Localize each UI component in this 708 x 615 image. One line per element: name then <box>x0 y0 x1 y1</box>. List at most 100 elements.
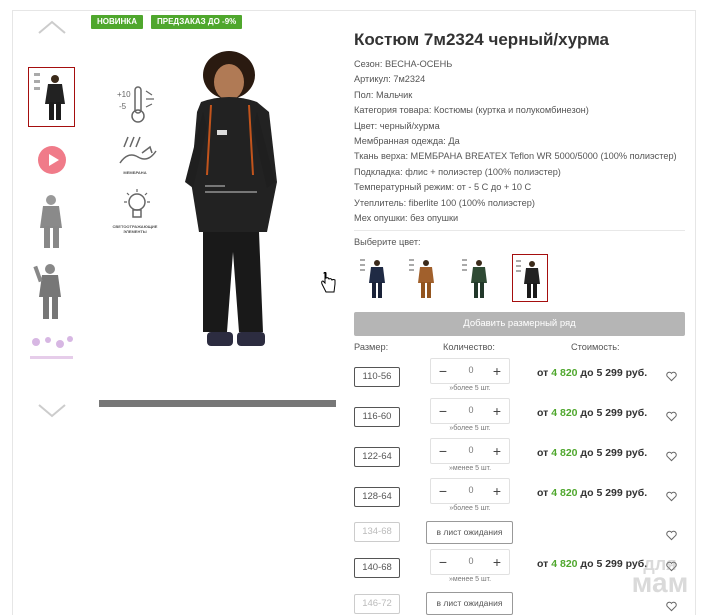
prop-season: Сезон: ВЕСНА-ОСЕНЬ <box>354 59 453 69</box>
prop-color: Цвет: черный/хурма <box>354 120 440 131</box>
prop-gender: Пол: Мальчик <box>354 89 413 100</box>
quantity-stepper[interactable]: − 0 + <box>430 549 510 575</box>
prop-category: Категория товара: Костюмы (куртка и полу… <box>354 105 589 116</box>
prop-temperature: Температурный режим: от - 5 С до + 10 С <box>354 182 532 193</box>
price-prefix: от <box>537 367 549 379</box>
prop-insulation: Утеплитель: fiberlite 100 (100% полиэсте… <box>354 197 535 208</box>
minus-button[interactable]: − <box>434 482 452 500</box>
choose-color-label: Выберите цвет: <box>354 237 421 247</box>
price-range: от 4 820 до 5 299 руб. <box>537 367 647 379</box>
minus-button[interactable]: − <box>434 402 452 420</box>
product-properties: Сезон: ВЕСНА-ОСЕНЬ Артикул: 7м2324 Пол: … <box>354 57 684 226</box>
price-column-header: Стоимость: <box>571 342 620 352</box>
prop-article: Артикул: 7м2324 <box>354 74 426 85</box>
size-146-72: 146-72 <box>354 594 400 614</box>
price-mid: до <box>580 558 594 570</box>
gallery-up-arrow-icon[interactable] <box>38 20 66 36</box>
prop-fabric: Ткань верха: МЕМБРАНА BREATEX Teflon WR … <box>354 151 677 162</box>
add-size-row-button[interactable]: Добавить размерный ряд <box>354 312 685 336</box>
quantity-stepper[interactable]: − 0 + <box>430 398 510 424</box>
price-range: от 4 820 до 5 299 руб. <box>537 487 647 499</box>
price-high: 5 299 руб. <box>596 447 648 459</box>
quantity-value[interactable]: 0 <box>459 445 483 455</box>
price-high: 5 299 руб. <box>596 407 648 419</box>
main-product-image[interactable] <box>99 40 336 370</box>
favorite-heart-icon[interactable] <box>666 599 677 612</box>
size-140-68: 140-68 <box>354 558 400 578</box>
price-low: 4 820 <box>551 447 578 459</box>
stock-label: »более 5 шт. <box>449 505 491 512</box>
plus-button[interactable]: + <box>488 442 506 460</box>
gallery-thumb-4[interactable] <box>28 262 75 322</box>
quantity-stepper[interactable]: − 0 + <box>430 478 510 504</box>
price-range: от 4 820 до 5 299 руб. <box>537 447 647 459</box>
price-mid: до <box>580 447 594 459</box>
price-mid: до <box>580 487 594 499</box>
prop-fur: Мех опушки: без опушки <box>354 212 459 223</box>
badge-new: НОВИНКА <box>91 15 143 29</box>
quantity-value[interactable]: 0 <box>459 485 483 495</box>
prop-lining: Подкладка: флис + полиэстер (100% полиэс… <box>354 166 561 177</box>
price-high: 5 299 руб. <box>596 367 648 379</box>
stock-label: »менее 5 шт. <box>448 576 492 583</box>
size-128-64: 128-64 <box>354 487 400 507</box>
stock-label: »более 5 шт. <box>449 425 491 432</box>
quantity-value[interactable]: 0 <box>459 405 483 415</box>
price-prefix: от <box>537 558 549 570</box>
stock-label: »более 5 шт. <box>449 385 491 392</box>
size-110-56: 110-56 <box>354 367 400 387</box>
favorite-heart-icon[interactable] <box>666 449 677 462</box>
size-134-68: 134-68 <box>354 522 400 542</box>
waitlist-button[interactable]: в лист ожидания <box>426 592 513 615</box>
size-122-64: 122-64 <box>354 447 400 467</box>
product-title: Костюм 7м2324 черный/хурма <box>354 30 610 49</box>
price-prefix: от <box>537 447 549 459</box>
gallery-thumb-1[interactable] <box>28 67 75 127</box>
play-video-icon[interactable] <box>38 146 66 174</box>
quantity-stepper[interactable]: − 0 + <box>430 358 510 384</box>
favorite-heart-icon[interactable] <box>666 369 677 382</box>
plus-button[interactable]: + <box>488 482 506 500</box>
gallery-thumb-5[interactable] <box>28 332 75 364</box>
color-swatch-brown[interactable] <box>406 254 442 302</box>
watermark-line-2: мам <box>631 567 689 598</box>
minus-button[interactable]: − <box>434 362 452 380</box>
price-low: 4 820 <box>551 367 578 379</box>
gallery-down-arrow-icon[interactable] <box>38 404 66 420</box>
favorite-heart-icon[interactable] <box>666 528 677 541</box>
color-swatch-navy[interactable] <box>357 254 393 302</box>
quantity-column-header: Количество: <box>443 342 495 352</box>
plus-button[interactable]: + <box>488 553 506 571</box>
gallery-thumb-3[interactable] <box>28 192 75 252</box>
minus-button[interactable]: − <box>434 442 452 460</box>
quantity-stepper[interactable]: − 0 + <box>430 438 510 464</box>
size-116-60: 116-60 <box>354 407 400 427</box>
hand-cursor-icon <box>320 271 336 294</box>
prop-membrane: Мембранная одежда: Да <box>354 135 460 146</box>
badge-preorder: ПРЕДЗАКАЗ ДО -9% <box>151 15 243 29</box>
color-swatch-black-selected[interactable] <box>512 254 548 302</box>
image-scrollbar[interactable] <box>99 400 336 407</box>
size-column-header: Размер: <box>354 342 389 352</box>
quantity-value[interactable]: 0 <box>459 556 483 566</box>
favorite-heart-icon[interactable] <box>666 489 677 502</box>
price-low: 4 820 <box>551 407 578 419</box>
stock-label: »менее 5 шт. <box>448 465 492 472</box>
color-swatch-green[interactable] <box>459 254 495 302</box>
price-high: 5 299 руб. <box>596 487 648 499</box>
price-prefix: от <box>537 487 549 499</box>
plus-button[interactable]: + <box>488 362 506 380</box>
watermark: для мам <box>620 555 700 597</box>
plus-button[interactable]: + <box>488 402 506 420</box>
price-mid: до <box>580 367 594 379</box>
minus-button[interactable]: − <box>434 553 452 571</box>
favorite-heart-icon[interactable] <box>666 409 677 422</box>
price-low: 4 820 <box>551 487 578 499</box>
price-range: от 4 820 до 5 299 руб. <box>537 407 647 419</box>
divider <box>354 230 685 231</box>
quantity-value[interactable]: 0 <box>459 365 483 375</box>
price-prefix: от <box>537 407 549 419</box>
price-mid: до <box>580 407 594 419</box>
price-low: 4 820 <box>551 558 578 570</box>
waitlist-button[interactable]: в лист ожидания <box>426 521 513 544</box>
